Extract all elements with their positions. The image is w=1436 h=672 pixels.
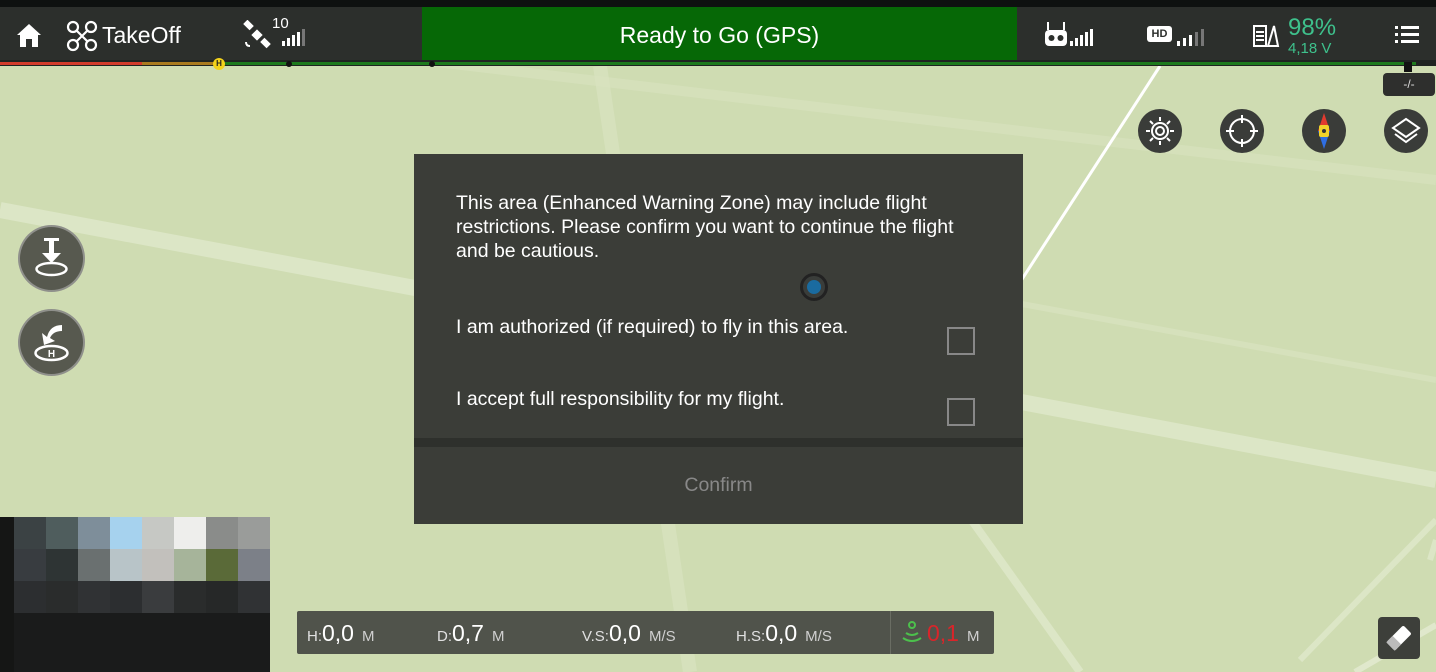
vps-height-readout: 0,1 M bbox=[927, 620, 979, 647]
map-layers-icon bbox=[1391, 117, 1421, 144]
preview-pixel bbox=[206, 517, 238, 549]
preview-pixel bbox=[142, 581, 174, 613]
height-unit: M bbox=[361, 628, 375, 645]
compass-button[interactable] bbox=[1302, 109, 1346, 153]
clear-path-button[interactable] bbox=[1378, 617, 1420, 659]
camera-settings-button[interactable] bbox=[1138, 109, 1182, 153]
vertical-speed-value: 0,0 bbox=[608, 620, 641, 646]
top-status-bar: Ready to Go (GPS) H TakeOff 10 HD 98% 4,… bbox=[0, 0, 1436, 70]
distance-readout: D:0,7 M bbox=[437, 620, 504, 647]
height-readout: H:0,0 M bbox=[307, 620, 374, 647]
return-to-home-button[interactable]: H bbox=[18, 309, 85, 376]
flight-status-text: Ready to Go (GPS) bbox=[619, 22, 820, 48]
gps-signal-bars-icon bbox=[282, 29, 305, 46]
progress-green-segment bbox=[220, 62, 1416, 65]
preview-pixel bbox=[238, 549, 270, 581]
home-icon[interactable] bbox=[14, 21, 44, 49]
preview-pixel bbox=[142, 517, 174, 549]
warning-zone-dialog: This area (Enhanced Warning Zone) may in… bbox=[414, 154, 1023, 524]
progress-dot bbox=[429, 61, 435, 67]
rc-signal-bars-icon bbox=[1070, 29, 1093, 46]
preview-pixel bbox=[238, 517, 270, 549]
top-strip bbox=[0, 0, 1436, 7]
confirm-button-label: Confirm bbox=[684, 474, 753, 496]
preview-pixel bbox=[110, 549, 142, 581]
confirm-button[interactable]: Confirm bbox=[414, 447, 1023, 524]
locate-button[interactable] bbox=[1220, 109, 1264, 153]
preview-pixel bbox=[46, 517, 78, 549]
preview-pixel bbox=[206, 549, 238, 581]
preview-pixel bbox=[142, 549, 174, 581]
horizontal-speed-readout: H.S:0,0 M/S bbox=[736, 620, 832, 647]
remote-controller-icon[interactable] bbox=[1044, 22, 1068, 48]
preview-pixel bbox=[46, 549, 78, 581]
distance-label: D: bbox=[437, 628, 452, 645]
svg-text:H: H bbox=[48, 349, 55, 360]
vertical-speed-label: V.S: bbox=[582, 628, 609, 645]
preview-pixel bbox=[206, 581, 238, 613]
preview-pixel bbox=[14, 549, 46, 581]
preview-pixel bbox=[78, 517, 110, 549]
authorized-check-label: I am authorized (if required) to fly in … bbox=[456, 316, 849, 338]
home-point-marker: H bbox=[213, 58, 225, 70]
distance-unit: M bbox=[491, 628, 505, 645]
hd-video-link-icon[interactable]: HD bbox=[1147, 26, 1172, 42]
progress-dot bbox=[286, 61, 292, 67]
vertical-speed-readout: V.S:0,0 M/S bbox=[582, 620, 676, 647]
preview-pixel bbox=[110, 581, 142, 613]
telemetry-bar: H:0,0 M D:0,7 M V.S:0,0 M/S H.S:0,0 M/S 0,1 M bbox=[297, 611, 994, 654]
distance-value: 0,7 bbox=[452, 620, 484, 646]
horizontal-speed-unit: M/S bbox=[805, 628, 832, 645]
height-value: 0,0 bbox=[322, 620, 354, 646]
responsibility-checkbox[interactable] bbox=[947, 398, 975, 426]
authorized-checkbox[interactable] bbox=[947, 327, 975, 355]
menu-list-icon[interactable] bbox=[1395, 24, 1419, 46]
locate-crosshair-icon bbox=[1226, 115, 1258, 147]
auto-takeoff-button[interactable] bbox=[18, 225, 85, 292]
return-to-home-icon: H bbox=[34, 325, 69, 362]
hd-signal-bars-icon bbox=[1177, 29, 1204, 46]
eraser-icon bbox=[1386, 626, 1411, 651]
camera-preview-thumbnail[interactable] bbox=[0, 517, 270, 672]
progress-red-segment bbox=[0, 62, 142, 65]
camera-settings-icon bbox=[1146, 117, 1174, 145]
dialog-divider bbox=[414, 438, 1023, 447]
battery-voltage: 4,18 V bbox=[1288, 40, 1332, 57]
vps-height-value: 0,1 bbox=[927, 620, 959, 646]
drone-icon[interactable] bbox=[66, 20, 98, 52]
battery-percent: 98% bbox=[1288, 14, 1337, 41]
coordinate-badge[interactable]: -/- bbox=[1383, 73, 1435, 96]
preview-pixel bbox=[174, 549, 206, 581]
vision-position-icon bbox=[902, 621, 922, 642]
preview-pixel bbox=[14, 517, 46, 549]
preview-pixel bbox=[110, 517, 142, 549]
preview-pixel bbox=[78, 581, 110, 613]
vps-height-unit: M bbox=[966, 628, 980, 645]
auto-takeoff-icon bbox=[35, 238, 68, 277]
height-label: H: bbox=[307, 628, 322, 645]
battery-icon[interactable] bbox=[1252, 22, 1280, 50]
satellite-icon[interactable] bbox=[242, 20, 272, 50]
dialog-message: This area (Enhanced Warning Zone) may in… bbox=[456, 192, 954, 262]
vertical-speed-unit: M/S bbox=[648, 628, 676, 645]
preview-pixel bbox=[238, 581, 270, 613]
aircraft-location-dot bbox=[800, 273, 828, 301]
telemetry-divider bbox=[890, 611, 891, 654]
preview-pixel bbox=[174, 517, 206, 549]
compass-icon bbox=[1318, 113, 1330, 149]
preview-pixel bbox=[14, 581, 46, 613]
preview-pixel bbox=[78, 549, 110, 581]
horizontal-speed-value: 0,0 bbox=[765, 620, 798, 646]
flight-mode-label[interactable]: TakeOff bbox=[102, 22, 181, 49]
preview-pixel bbox=[174, 581, 206, 613]
coordinate-pointer bbox=[1404, 62, 1412, 72]
progress-orange-segment bbox=[142, 62, 220, 65]
preview-pixel bbox=[46, 581, 78, 613]
top-bar-left-section bbox=[0, 7, 422, 60]
preview-pixel bbox=[14, 613, 270, 672]
flight-status-banner[interactable]: Ready to Go (GPS) bbox=[422, 7, 1017, 64]
responsibility-check-label: I accept full responsibility for my flig… bbox=[456, 388, 785, 410]
horizontal-speed-label: H.S: bbox=[736, 628, 766, 645]
map-layers-button[interactable] bbox=[1384, 109, 1428, 153]
